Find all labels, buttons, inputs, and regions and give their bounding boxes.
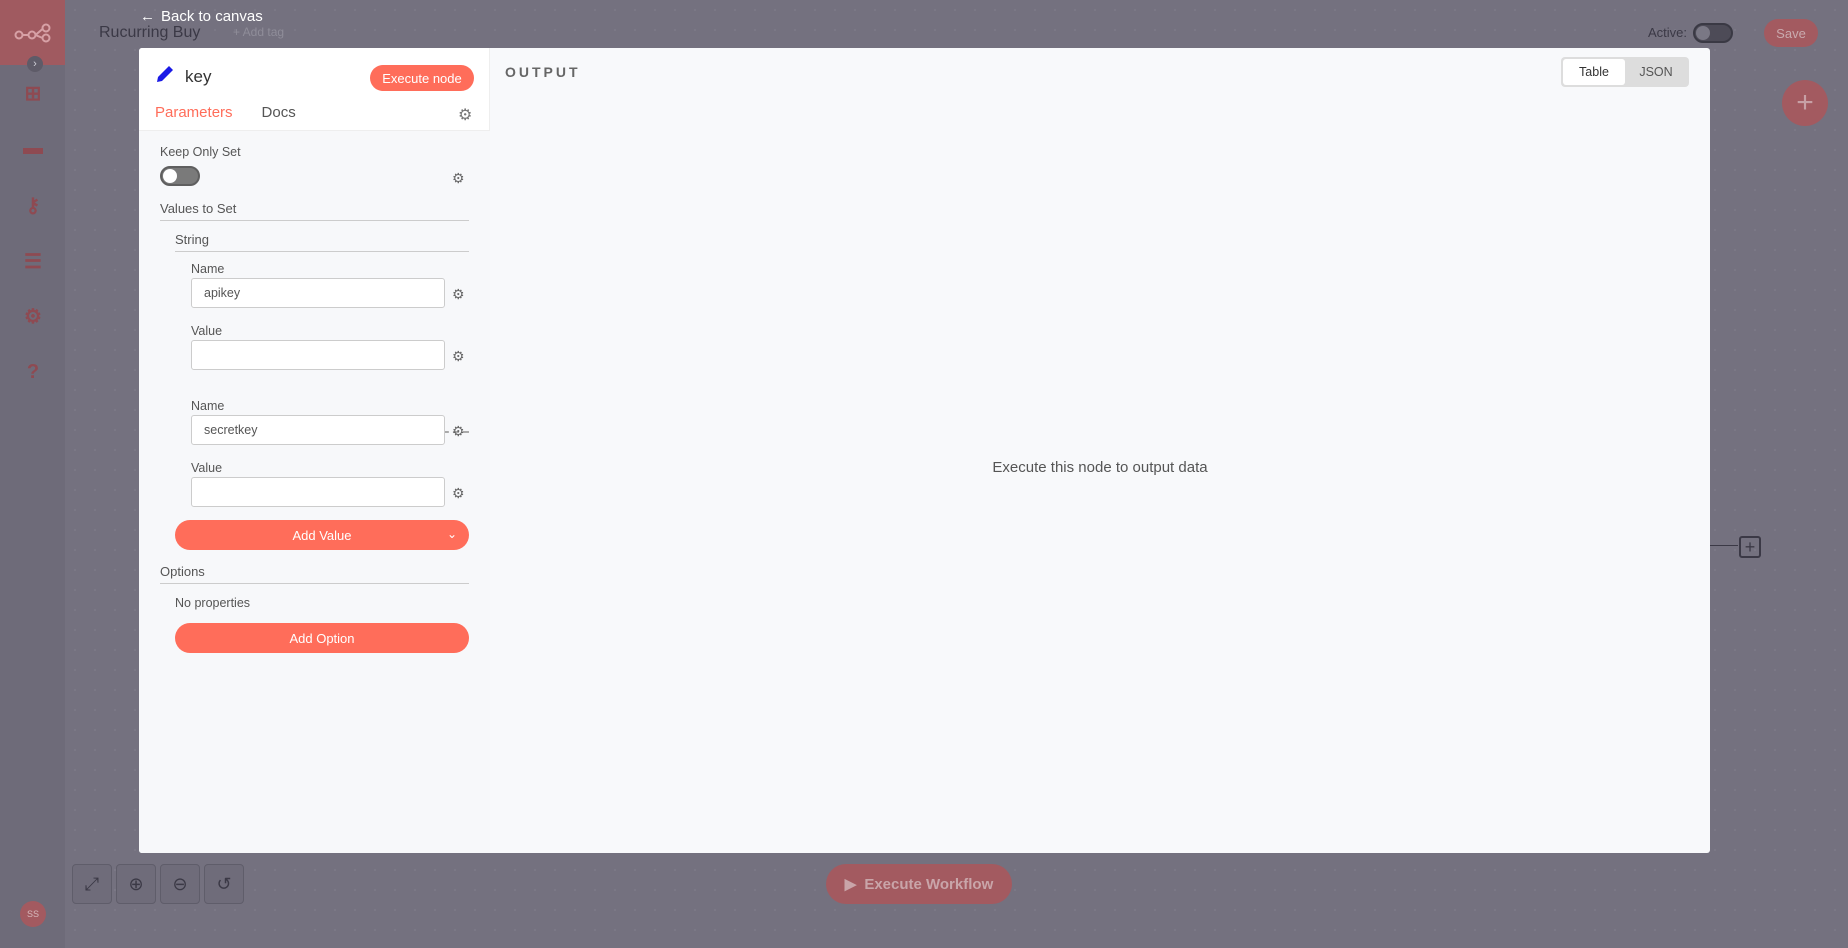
- pencil-icon: [155, 64, 175, 89]
- execute-workflow-button[interactable]: ▶ Execute Workflow: [826, 864, 1012, 904]
- chevron-down-icon: ⌄: [447, 527, 458, 541]
- add-value-button[interactable]: Add Value ⌄: [175, 520, 469, 550]
- zoom-controls: ⤢ ⊕ ⊖ ↺: [72, 864, 244, 904]
- keep-only-set-label: Keep Only Set: [160, 145, 241, 159]
- settings-gear-icon[interactable]: ⚙: [20, 303, 46, 329]
- name-label: Name: [191, 399, 225, 413]
- play-icon: ▶: [844, 876, 857, 893]
- execute-node-button[interactable]: Execute node: [370, 65, 474, 91]
- parameters-list: Keep Only Set ⚙ Values to Set String Nam…: [139, 131, 490, 853]
- workflows-icon[interactable]: ⊞: [20, 80, 46, 106]
- tab-parameters[interactable]: Parameters: [155, 104, 245, 132]
- active-toggle[interactable]: [1693, 23, 1733, 43]
- name-options-icon[interactable]: ⚙: [452, 286, 470, 302]
- node-settings-gear-icon[interactable]: ⚙: [458, 105, 472, 125]
- save-button[interactable]: Save: [1764, 19, 1818, 47]
- node-connector: [1710, 545, 1738, 546]
- value-options-icon[interactable]: ⚙: [452, 485, 470, 501]
- back-to-canvas-label: Back to canvas: [161, 8, 263, 25]
- values-to-set-divider: [160, 220, 469, 221]
- executions-list-icon[interactable]: ☰: [20, 248, 46, 274]
- value-field[interactable]: [191, 340, 445, 370]
- tab-docs[interactable]: Docs: [262, 104, 296, 132]
- name-field[interactable]: apikey: [191, 278, 445, 308]
- options-label: Options: [160, 564, 205, 579]
- credentials-key-icon[interactable]: ⚷: [20, 192, 46, 218]
- value-label: Value: [191, 324, 223, 338]
- node-name[interactable]: key: [185, 67, 211, 87]
- templates-icon[interactable]: ▬: [20, 135, 46, 161]
- expand-sidebar-icon[interactable]: ›: [27, 56, 43, 72]
- name-options-icon[interactable]: ⚙: [452, 423, 470, 439]
- node-details-modal: key Execute node Parameters Docs ⚙ Keep …: [139, 48, 1710, 853]
- keep-only-set-toggle[interactable]: [160, 166, 200, 186]
- values-to-set-label: Values to Set: [160, 201, 237, 216]
- name-label: Name: [191, 262, 225, 276]
- node-tabs: Parameters Docs: [155, 104, 313, 132]
- parameters-pane: key Execute node Parameters Docs ⚙ Keep …: [139, 48, 490, 853]
- reset-zoom-icon[interactable]: ↺: [204, 864, 244, 904]
- keep-only-set-options-icon[interactable]: ⚙: [452, 170, 470, 186]
- workflow-title[interactable]: Rucurring Buy: [99, 24, 200, 42]
- connect-node-plus-icon[interactable]: +: [1739, 536, 1761, 558]
- node-header: key: [155, 64, 211, 89]
- main-sidebar: › ⊞ ▬ ⚷ ☰ ⚙ ? SS: [0, 0, 65, 948]
- string-section-divider: [175, 251, 469, 252]
- user-avatar[interactable]: SS: [20, 901, 46, 927]
- active-label: Active:: [1648, 25, 1688, 40]
- fit-view-icon[interactable]: ⤢: [72, 864, 112, 904]
- no-properties-text: No properties: [175, 596, 251, 610]
- add-tag-link[interactable]: + Add tag: [233, 25, 284, 39]
- output-pane: OUTPUT Table JSON Execute this node to o…: [490, 48, 1710, 853]
- add-node-button[interactable]: +: [1782, 80, 1828, 126]
- view-json-option[interactable]: JSON: [1625, 59, 1687, 85]
- zoom-in-icon[interactable]: ⊕: [116, 864, 156, 904]
- add-option-button[interactable]: Add Option: [175, 623, 469, 653]
- output-view-switch: Table JSON: [1561, 57, 1689, 87]
- view-table-option[interactable]: Table: [1563, 59, 1625, 85]
- back-to-canvas-link[interactable]: ← Back to canvas: [140, 8, 263, 25]
- execute-workflow-label: Execute Workflow: [864, 875, 994, 893]
- help-icon[interactable]: ?: [20, 359, 46, 385]
- arrow-left-icon: ←: [140, 8, 155, 25]
- value-label: Value: [191, 461, 223, 475]
- name-field[interactable]: secretkey: [191, 415, 445, 445]
- value-options-icon[interactable]: ⚙: [452, 348, 470, 364]
- add-value-label: Add Value: [292, 527, 352, 543]
- output-title: OUTPUT: [505, 64, 581, 80]
- string-section-label: String: [175, 232, 209, 247]
- value-field[interactable]: [191, 477, 445, 507]
- options-divider: [160, 583, 469, 584]
- zoom-out-icon[interactable]: ⊖: [160, 864, 200, 904]
- output-empty-message: Execute this node to output data: [992, 459, 1208, 476]
